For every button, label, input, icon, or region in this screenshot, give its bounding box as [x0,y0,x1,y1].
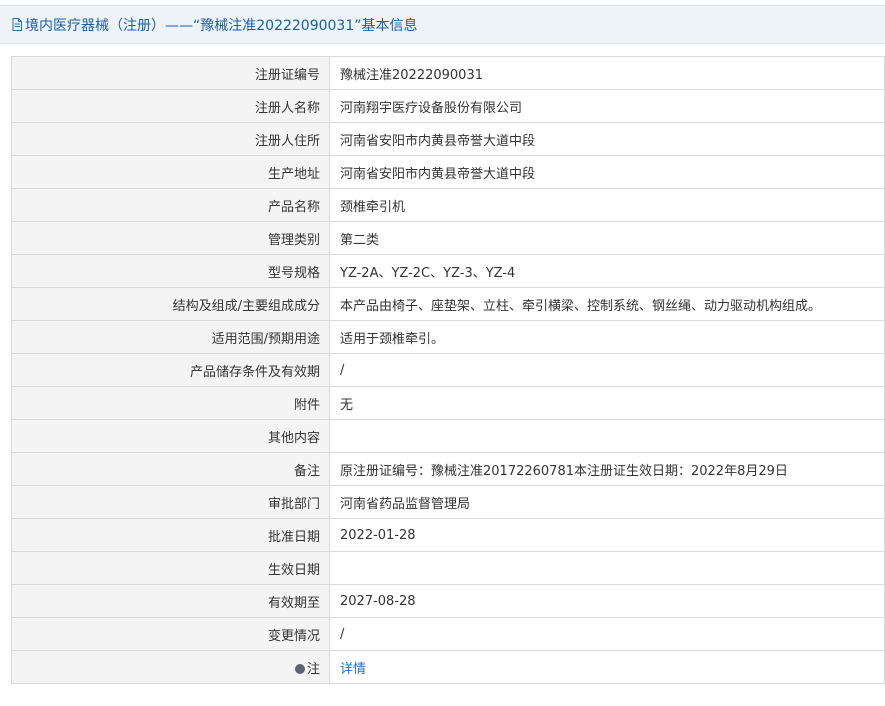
row-label: 结构及组成/主要组成成分 [11,287,330,321]
page-header: 境内医疗器械（注册）——“豫械注准20222090031”基本信息 [0,5,885,44]
note-label: 注 [306,661,320,677]
detail-link[interactable]: 详情 [340,662,366,677]
table-row: 批准日期 2022-01-28 [11,518,885,552]
row-value: / [329,353,885,387]
row-value: 原注册证编号：豫械注准20172260781本注册证生效日期：2022年8月29… [329,452,885,486]
row-value [329,551,885,585]
document-icon [12,18,22,31]
row-label: 注册证编号 [11,56,330,90]
row-value: 河南省安阳市内黄县帝誉大道中段 [329,155,885,189]
row-value: 适用于颈椎牵引。 [329,320,885,354]
row-label: 生产地址 [11,155,330,189]
row-value: 河南翔宇医疗设备股份有限公司 [329,89,885,123]
row-label: 注册人住所 [11,122,330,156]
row-value: 颈椎牵引机 [329,188,885,222]
table-row: 型号规格 YZ-2A、YZ-2C、YZ-3、YZ-4 [11,254,885,288]
info-table-body: 注册证编号 豫械注准20222090031 注册人名称 河南翔宇医疗设备股份有限… [11,56,885,684]
page: 境内医疗器械（注册）——“豫械注准20222090031”基本信息 注册证编号 … [0,0,885,706]
row-label: 型号规格 [11,254,330,288]
row-label: 其他内容 [11,419,330,453]
table-row: 适用范围/预期用途 适用于颈椎牵引。 [11,320,885,354]
row-label: 产品储存条件及有效期 [11,353,330,387]
row-value: YZ-2A、YZ-2C、YZ-3、YZ-4 [329,254,885,288]
table-row: 生产地址 河南省安阳市内黄县帝誉大道中段 [11,155,885,189]
row-value-note: 详情 [329,650,885,684]
table-row-note: 注 详情 [11,650,885,684]
table-row: 生效日期 [11,551,885,585]
row-label: 备注 [11,452,330,486]
row-value: 豫械注准20222090031 [329,56,885,90]
info-table: 注册证编号 豫械注准20222090031 注册人名称 河南翔宇医疗设备股份有限… [11,56,885,684]
table-row: 其他内容 [11,419,885,453]
row-label: 注册人名称 [11,89,330,123]
row-value: 本产品由椅子、座垫架、立柱、牵引横梁、控制系统、钢丝绳、动力驱动机构组成。 [329,287,885,321]
row-value: 河南省安阳市内黄县帝誉大道中段 [329,122,885,156]
row-value: 2027-08-28 [329,584,885,618]
table-row: 注册人住所 河南省安阳市内黄县帝誉大道中段 [11,122,885,156]
row-value: 2022-01-28 [329,518,885,552]
page-title: 境内医疗器械（注册）——“豫械注准20222090031”基本信息 [25,17,418,34]
row-label: 生效日期 [11,551,330,585]
row-label: 适用范围/预期用途 [11,320,330,354]
table-row: 审批部门 河南省药品监督管理局 [11,485,885,519]
table-row: 备注 原注册证编号：豫械注准20172260781本注册证生效日期：2022年8… [11,452,885,486]
table-row: 结构及组成/主要组成成分 本产品由椅子、座垫架、立柱、牵引横梁、控制系统、钢丝绳… [11,287,885,321]
row-value: 无 [329,386,885,420]
row-label-note: 注 [11,650,330,684]
row-label: 管理类别 [11,221,330,255]
table-row: 管理类别 第二类 [11,221,885,255]
row-label: 审批部门 [11,485,330,519]
table-row: 产品储存条件及有效期 / [11,353,885,387]
table-row: 注册证编号 豫械注准20222090031 [11,56,885,90]
row-label: 有效期至 [11,584,330,618]
row-value: 第二类 [329,221,885,255]
table-row: 变更情况 / [11,617,885,651]
table-row: 有效期至 2027-08-28 [11,584,885,618]
row-value [329,419,885,453]
row-value: 河南省药品监督管理局 [329,485,885,519]
table-row: 附件 无 [11,386,885,420]
table-row: 产品名称 颈椎牵引机 [11,188,885,222]
row-label: 变更情况 [11,617,330,651]
table-row: 注册人名称 河南翔宇医疗设备股份有限公司 [11,89,885,123]
row-label: 批准日期 [11,518,330,552]
row-value: / [329,617,885,651]
note-dot-icon [294,663,305,674]
row-label: 附件 [11,386,330,420]
row-label: 产品名称 [11,188,330,222]
